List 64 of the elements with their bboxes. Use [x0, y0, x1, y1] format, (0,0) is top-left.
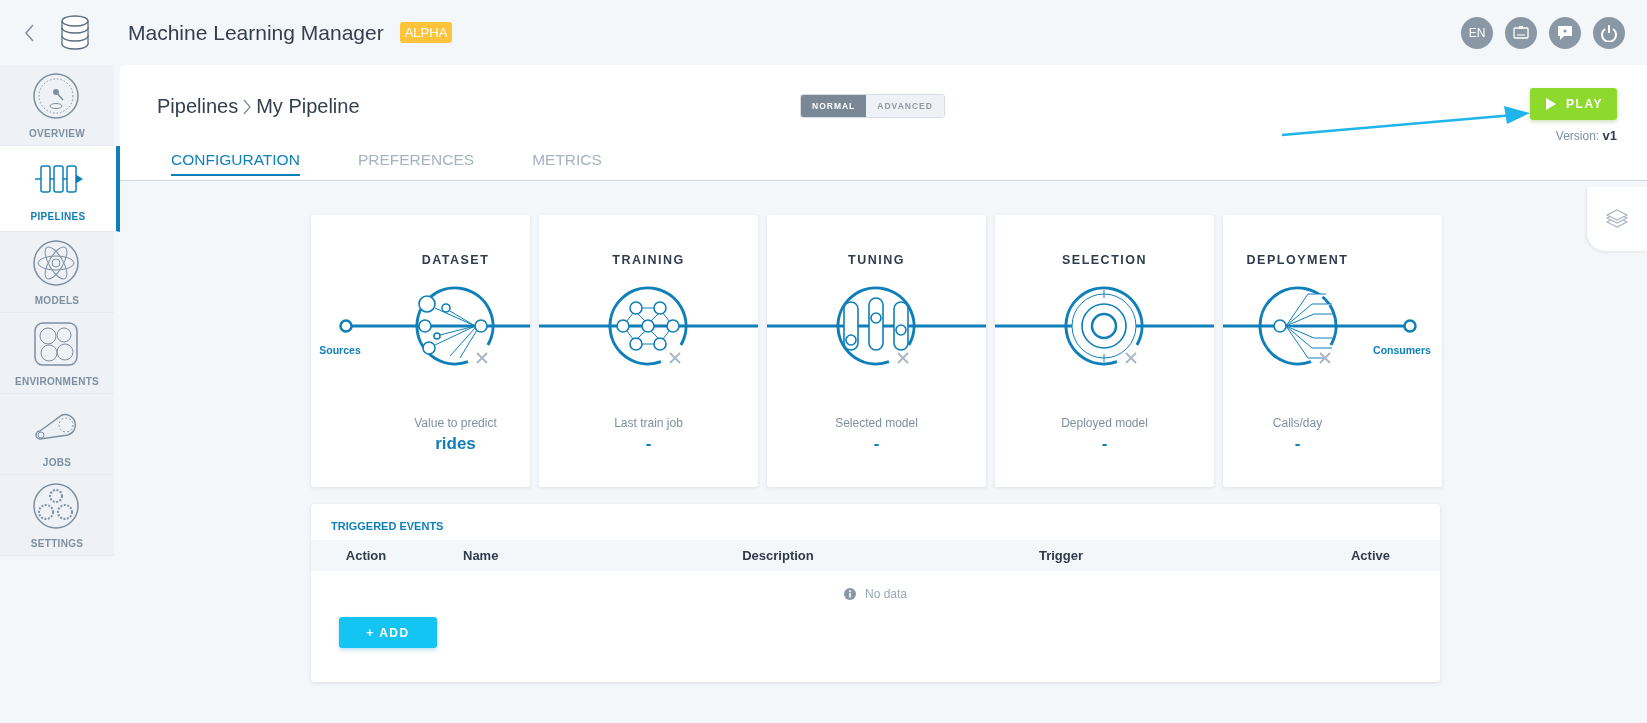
gears-icon	[32, 481, 82, 530]
sidebar-item[interactable]: MODELS	[0, 232, 114, 313]
gauge-icon	[32, 71, 82, 120]
alpha-badge: ALPHA	[399, 22, 453, 43]
database-icon	[60, 13, 90, 52]
panel-title: TRIGGERED EVENTS	[330, 519, 445, 534]
stage-caption: Last train job	[614, 416, 683, 430]
column-header: Description	[741, 548, 815, 563]
chevron-right-icon	[242, 97, 253, 116]
breadcrumb-link[interactable]: Pipelines	[157, 95, 239, 118]
sidebar-item[interactable]: OVERVIEW	[0, 65, 114, 146]
cross-icon[interactable]	[897, 352, 909, 364]
stage-title: DATASET	[421, 253, 490, 269]
play-icon	[1546, 98, 1557, 110]
stage-value: -	[1101, 434, 1108, 454]
sidebar-item[interactable]: JOBS	[0, 394, 114, 475]
atom-icon	[32, 238, 82, 287]
info-icon	[844, 588, 856, 600]
cross-icon[interactable]	[1319, 352, 1331, 364]
stage-caption: Value to predict	[414, 416, 497, 430]
version-text: Version: v1	[1555, 128, 1617, 143]
stage-title: TRAINING	[612, 253, 685, 269]
page-title: My Pipeline	[256, 95, 360, 118]
tab[interactable]: METRICS	[532, 145, 602, 176]
sources-label: Sources	[319, 344, 361, 356]
mode-toggle-option[interactable]: ADVANCED	[866, 95, 944, 117]
play-button[interactable]: PLAY	[1530, 88, 1617, 120]
sidebar-item[interactable]: SETTINGS	[0, 475, 114, 556]
stage-value: -	[873, 434, 880, 454]
consumers-label: Consumers	[1373, 344, 1431, 356]
column-header: Active	[1349, 548, 1391, 563]
help-icon	[1556, 23, 1574, 42]
stage-title: SELECTION	[1061, 253, 1147, 269]
power-icon	[1600, 23, 1618, 42]
stage-value: -	[645, 434, 652, 454]
stage-value: -	[1294, 434, 1301, 454]
column-header: Action	[344, 548, 388, 563]
stage-title: DEPLOYMENT	[1246, 253, 1349, 269]
cross-icon[interactable]	[669, 352, 681, 364]
empty-message: No data	[865, 587, 907, 601]
layers-button[interactable]	[1587, 187, 1647, 251]
id-card-button[interactable]	[1505, 16, 1537, 49]
back-icon	[24, 22, 36, 43]
stage-caption: Calls/day	[1272, 416, 1323, 430]
tab[interactable]: PREFERENCES	[357, 145, 475, 176]
help-button[interactable]	[1549, 16, 1581, 49]
stage-caption: Deployed model	[1061, 416, 1148, 430]
column-header: Trigger	[1037, 548, 1085, 563]
layers-icon	[1605, 208, 1629, 230]
cross-icon[interactable]	[476, 352, 488, 364]
language-button[interactable]: EN	[1461, 16, 1493, 49]
app-title: Machine Learning Manager	[128, 20, 384, 45]
stage-title: TUNING	[848, 253, 905, 269]
sidebar-item[interactable]: PIPELINES	[0, 146, 120, 232]
stage-caption: Selected model	[835, 416, 918, 430]
sidebar-item[interactable]: ENVIRONMENTS	[0, 313, 114, 394]
power-button[interactable]	[1593, 16, 1625, 49]
tab[interactable]: CONFIGURATION	[171, 145, 300, 176]
mode-toggle-option[interactable]: NORMAL	[801, 95, 867, 117]
add-button[interactable]: + ADD	[339, 617, 437, 648]
id-card-icon	[1512, 23, 1530, 42]
cross-icon[interactable]	[1125, 352, 1137, 364]
stage-value: rides	[435, 434, 476, 454]
column-header: Name	[462, 548, 500, 563]
